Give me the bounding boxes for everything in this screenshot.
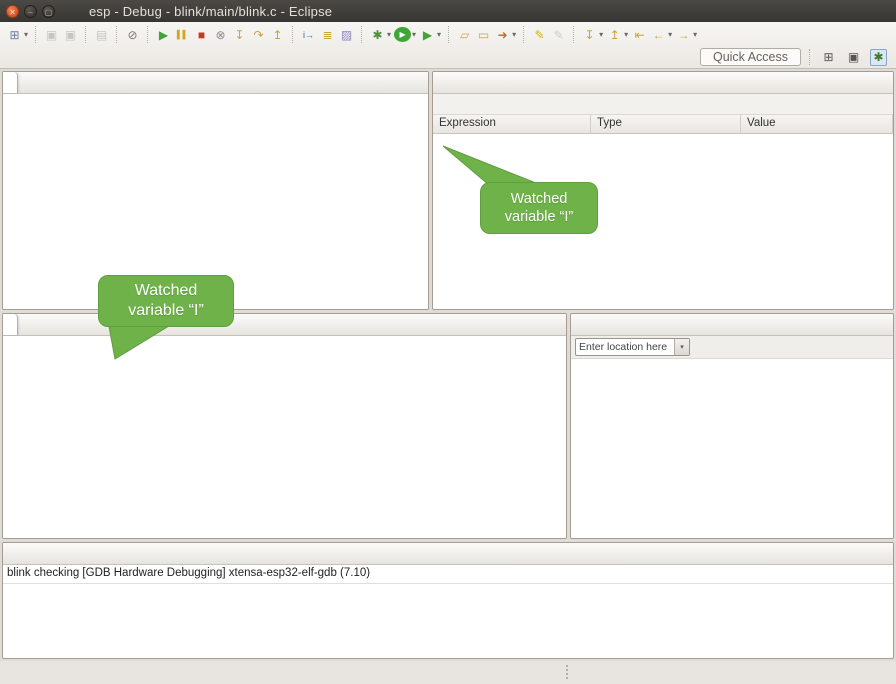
location-combo-text: Enter location here: [576, 341, 674, 353]
back-icon[interactable]: ←: [650, 26, 667, 43]
main-toolbar: ⊞▾▣▣▤⊘▶▌▌■⊗↧↷↥i→≣▨✱▾▶▾▶▾▱▭➜▾✎✎↧▾↥▾⇤←▾→▾ …: [0, 22, 896, 69]
pin-editor-icon[interactable]: ↧: [581, 26, 598, 43]
minimize-button[interactable]: –: [24, 5, 37, 18]
toolbar-separator: [573, 26, 575, 43]
dropdown-arrow-icon[interactable]: ▾: [437, 30, 441, 39]
dropdown-arrow-icon[interactable]: ▾: [624, 30, 628, 39]
debug-view-toolbar: [423, 72, 428, 93]
watched-variable-callout-editor: Watched variable “I”: [98, 275, 234, 327]
disassembly-view-panel: Enter location here ▾: [570, 313, 894, 539]
open-element-icon[interactable]: ▱: [456, 26, 473, 43]
toolbar-separator: [292, 26, 294, 43]
dropdown-arrow-icon[interactable]: ▾: [599, 30, 603, 39]
debug-view-tabbar: [3, 72, 428, 94]
toolbar-second-row: Quick Access ⊞ ▣ ✱: [0, 47, 896, 67]
external-tools-icon[interactable]: ▶: [419, 26, 436, 43]
close-button[interactable]: ✕: [6, 5, 19, 18]
tab-blink-c[interactable]: [3, 314, 18, 335]
perspective-switcher: ⊞ ▣ ✱: [819, 49, 888, 66]
terminate-icon[interactable]: ■: [193, 26, 210, 43]
status-bar: [0, 661, 896, 684]
dropdown-arrow-icon[interactable]: ▾: [512, 30, 516, 39]
new-wizard-icon[interactable]: ⊞: [6, 26, 23, 43]
editor-panel: [2, 313, 567, 539]
show-execution-icon[interactable]: ≣: [319, 26, 336, 43]
callout-text-line2: variable “I”: [505, 208, 574, 226]
skip-all-breakpoints-icon[interactable]: ⊘: [124, 26, 141, 43]
annotation-icon[interactable]: ✎: [550, 26, 567, 43]
console-tabbar: [3, 543, 893, 565]
step-into-icon[interactable]: ↧: [231, 26, 248, 43]
build-icon[interactable]: ▤: [93, 26, 110, 43]
toolbar-separator: [116, 26, 118, 43]
statusbar-handle: [566, 665, 568, 679]
save-all-icon[interactable]: ▣: [62, 26, 79, 43]
callout-text-line1: Watched: [511, 190, 568, 208]
toolbar-separator: [85, 26, 87, 43]
trace-control-icon[interactable]: ▨: [338, 26, 355, 43]
expressions-table-header: Expression Type Value: [433, 115, 893, 134]
console-title-line: blink checking [GDB Hardware Debugging] …: [3, 565, 893, 584]
editor-window-icons: [561, 314, 566, 335]
cpp-perspective-icon[interactable]: ▣: [845, 49, 862, 66]
toolbar-separator: [35, 26, 37, 43]
dropdown-arrow-icon[interactable]: ▾: [668, 30, 672, 39]
window-titlebar: ✕–▢ esp - Debug - blink/main/blink.c - E…: [0, 0, 896, 22]
callout-text-line1: Watched: [135, 281, 198, 301]
last-edit-location-icon[interactable]: ⇤: [631, 26, 648, 43]
tab-debug[interactable]: [3, 72, 18, 93]
debug-launch-tree: [3, 94, 428, 97]
flash-target-icon[interactable]: ➜: [494, 26, 511, 43]
dropdown-arrow-icon[interactable]: ▾: [387, 30, 391, 39]
disassembly-toolbar: Enter location here ▾: [571, 336, 893, 359]
disconnect-icon[interactable]: ⊗: [212, 26, 229, 43]
mark-occurrences-icon[interactable]: ✎: [531, 26, 548, 43]
column-header-type[interactable]: Type: [591, 115, 741, 133]
maximize-button[interactable]: ▢: [42, 5, 55, 18]
debug-icon[interactable]: ✱: [369, 26, 386, 43]
goto-annotation-icon[interactable]: ↥: [606, 26, 623, 43]
tabbar-spacer: [18, 72, 423, 93]
step-return-icon[interactable]: ↥: [269, 26, 286, 43]
location-combo[interactable]: Enter location here ▾: [575, 338, 690, 356]
open-resource-icon[interactable]: ▭: [475, 26, 492, 43]
run-icon[interactable]: ▶: [394, 27, 411, 42]
step-over-icon[interactable]: ↷: [250, 26, 267, 43]
instruction-stepping-icon[interactable]: i→: [300, 26, 317, 43]
combo-dropdown-icon[interactable]: ▾: [674, 339, 689, 355]
callout-text-line2: variable “I”: [128, 301, 204, 321]
toolbar-separator: [523, 26, 525, 43]
dropdown-arrow-icon[interactable]: ▾: [412, 30, 416, 39]
console-panel: blink checking [GDB Hardware Debugging] …: [2, 542, 894, 659]
save-icon[interactable]: ▣: [43, 26, 60, 43]
toolbar-separator: [809, 49, 811, 65]
expressions-toolbar: [433, 94, 893, 115]
code-editor-area[interactable]: [3, 336, 566, 539]
quick-access-button[interactable]: Quick Access: [700, 48, 801, 66]
column-header-value[interactable]: Value: [741, 115, 893, 133]
window-title: esp - Debug - blink/main/blink.c - Eclip…: [89, 4, 332, 19]
console-output: [3, 584, 893, 588]
resume-icon[interactable]: ▶: [155, 26, 172, 43]
suspend-icon[interactable]: ▌▌: [174, 26, 191, 43]
window-controls: ✕–▢: [6, 5, 55, 18]
disassembly-tabbar: [571, 314, 893, 336]
toolbar-separator: [147, 26, 149, 43]
debug-perspective-icon[interactable]: ✱: [870, 49, 887, 66]
toolbar-separator: [361, 26, 363, 43]
forward-icon[interactable]: →: [675, 26, 692, 43]
column-header-expression[interactable]: Expression: [433, 115, 591, 133]
watched-variable-callout-expressions: Watched variable “I”: [480, 182, 598, 234]
open-perspective-icon[interactable]: ⊞: [820, 49, 837, 66]
toolbar-separator: [448, 26, 450, 43]
main-toolbar-icons: ⊞▾▣▣▤⊘▶▌▌■⊗↧↷↥i→≣▨✱▾▶▾▶▾▱▭➜▾✎✎↧▾↥▾⇤←▾→▾: [0, 22, 896, 47]
expressions-tabbar: [433, 72, 893, 94]
dropdown-arrow-icon[interactable]: ▾: [24, 30, 28, 39]
editor-tabbar: [3, 314, 566, 336]
dropdown-arrow-icon[interactable]: ▾: [693, 30, 697, 39]
